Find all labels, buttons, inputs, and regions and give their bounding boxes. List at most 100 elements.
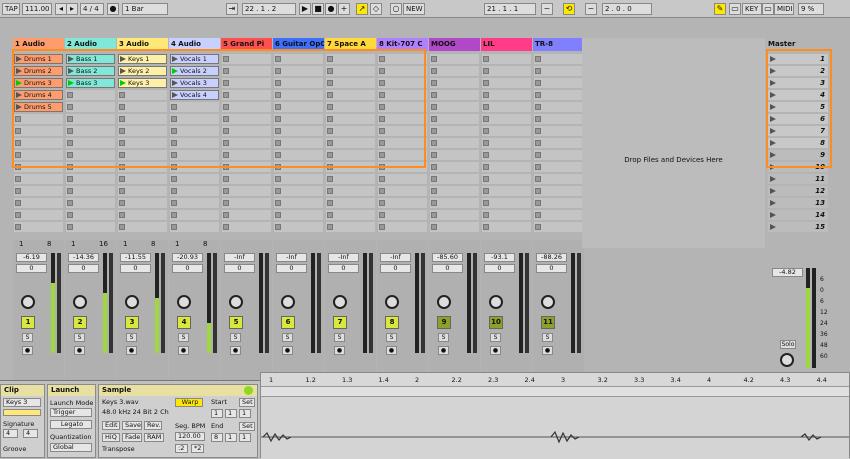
track-activator-button[interactable]: 11 — [541, 316, 555, 329]
sample-editor[interactable]: 1 1.2 1.3 1.4 2 2.2 2.3 2.4 3 3.2 3.3 3.4 4 4.2 4.3 4.4 — [260, 372, 850, 459]
pan-field[interactable]: 0 — [120, 264, 151, 273]
volume-field[interactable]: -85.60 — [432, 253, 463, 262]
slot-stop-icon[interactable] — [67, 200, 73, 206]
slot-stop-icon[interactable] — [15, 116, 21, 122]
slot-stop-icon[interactable] — [171, 128, 177, 134]
volume-field[interactable]: -93.1 — [484, 253, 515, 262]
empty-clip-slot[interactable] — [534, 222, 583, 232]
pan-field[interactable]: 0 — [224, 264, 255, 273]
empty-clip-slot[interactable] — [14, 162, 63, 172]
empty-clip-slot[interactable] — [222, 54, 271, 64]
hiq-button[interactable]: HiQ — [102, 433, 120, 442]
solo-button[interactable]: S — [490, 333, 501, 342]
volume-field[interactable]: -20.93 — [172, 253, 203, 262]
scene-launch[interactable]: 14 — [768, 210, 828, 220]
empty-clip-slot[interactable] — [430, 198, 479, 208]
clip-launch-icon[interactable] — [16, 56, 22, 62]
slot-stop-icon[interactable] — [223, 104, 229, 110]
slot-stop-icon[interactable] — [67, 164, 73, 170]
empty-clip-slot[interactable] — [170, 102, 219, 112]
empty-clip-slot[interactable] — [118, 150, 167, 160]
slot-stop-icon[interactable] — [535, 104, 541, 110]
track-title[interactable]: 4 Audio — [169, 38, 220, 51]
slot-stop-icon[interactable] — [223, 128, 229, 134]
timeline-ruler[interactable]: 1 1.2 1.3 1.4 2 2.2 2.3 2.4 3 3.2 3.3 3.4 4 4.2 4.3 4.4 — [261, 373, 849, 387]
slot-stop-icon[interactable] — [535, 80, 541, 86]
scene-launch-icon[interactable] — [770, 224, 776, 230]
quantization-select[interactable]: Global — [50, 443, 92, 452]
slot-stop-icon[interactable] — [379, 176, 385, 182]
empty-clip-slot[interactable] — [430, 174, 479, 184]
slot-stop-icon[interactable] — [379, 188, 385, 194]
slot-stop-icon[interactable] — [535, 164, 541, 170]
empty-clip-slot[interactable] — [118, 102, 167, 112]
slot-stop-icon[interactable] — [431, 152, 437, 158]
pan-knob[interactable] — [21, 295, 35, 309]
empty-clip-slot[interactable] — [118, 198, 167, 208]
slot-stop-icon[interactable] — [379, 224, 385, 230]
clip-launch-icon[interactable] — [172, 80, 178, 86]
empty-clip-slot[interactable] — [534, 138, 583, 148]
empty-clip-slot[interactable] — [274, 198, 323, 208]
pan-knob[interactable] — [489, 295, 503, 309]
slot-stop-icon[interactable] — [119, 140, 125, 146]
empty-clip-slot[interactable] — [170, 162, 219, 172]
slot-stop-icon[interactable] — [15, 224, 21, 230]
follow-icon[interactable]: ⇥ — [226, 3, 238, 15]
pan-field[interactable]: 0 — [380, 264, 411, 273]
volume-field[interactable]: -11.55 — [120, 253, 151, 262]
clip-launch-icon[interactable] — [68, 68, 74, 74]
arm-button[interactable]: ● — [230, 346, 241, 355]
master-title[interactable]: Master — [766, 38, 832, 51]
empty-clip-slot[interactable] — [534, 186, 583, 196]
volume-field[interactable]: -Inf — [276, 253, 307, 262]
slot-stop-icon[interactable] — [67, 212, 73, 218]
ram-button[interactable]: RAM — [144, 433, 164, 442]
empty-clip-slot[interactable] — [482, 102, 531, 112]
empty-clip-slot[interactable] — [222, 162, 271, 172]
slot-stop-icon[interactable] — [483, 212, 489, 218]
slot-stop-icon[interactable] — [275, 164, 281, 170]
empty-clip-slot[interactable] — [534, 78, 583, 88]
empty-clip-slot[interactable] — [534, 210, 583, 220]
slot-stop-icon[interactable] — [223, 164, 229, 170]
clip-launch-icon[interactable] — [16, 92, 22, 98]
scene-launch[interactable]: 12 — [768, 186, 828, 196]
empty-clip-slot[interactable] — [378, 186, 427, 196]
empty-clip-slot[interactable] — [222, 186, 271, 196]
pan-field[interactable]: 0 — [536, 264, 567, 273]
empty-clip-slot[interactable] — [534, 66, 583, 76]
slot-stop-icon[interactable] — [327, 224, 333, 230]
empty-clip-slot[interactable] — [534, 54, 583, 64]
empty-clip-slot[interactable] — [222, 90, 271, 100]
track-title[interactable]: 7 Space A — [325, 38, 376, 51]
slot-stop-icon[interactable] — [483, 140, 489, 146]
save-button[interactable]: Save — [122, 421, 142, 430]
empty-clip-slot[interactable] — [170, 150, 219, 160]
empty-clip-slot[interactable] — [326, 126, 375, 136]
empty-clip-slot[interactable] — [222, 66, 271, 76]
empty-clip-slot[interactable] — [118, 174, 167, 184]
empty-clip-slot[interactable] — [430, 78, 479, 88]
slot-stop-icon[interactable] — [483, 176, 489, 182]
edit-button[interactable]: Edit — [102, 421, 120, 430]
clip-launch-icon[interactable] — [68, 56, 74, 62]
slot-stop-icon[interactable] — [171, 116, 177, 122]
empty-clip-slot[interactable] — [66, 102, 115, 112]
slot-stop-icon[interactable] — [379, 212, 385, 218]
slot-stop-icon[interactable] — [15, 212, 21, 218]
empty-clip-slot[interactable] — [222, 174, 271, 184]
slot-stop-icon[interactable] — [119, 152, 125, 158]
slot-stop-icon[interactable] — [223, 200, 229, 206]
pan-knob[interactable] — [125, 295, 139, 309]
empty-clip-slot[interactable] — [378, 174, 427, 184]
empty-clip-slot[interactable] — [482, 66, 531, 76]
empty-clip-slot[interactable] — [378, 198, 427, 208]
empty-clip-slot[interactable] — [66, 174, 115, 184]
clip-slot[interactable]: Drums 5 — [14, 102, 63, 112]
empty-clip-slot[interactable] — [378, 138, 427, 148]
slot-stop-icon[interactable] — [379, 104, 385, 110]
slot-stop-icon[interactable] — [67, 104, 73, 110]
arm-button[interactable]: ● — [74, 346, 85, 355]
slot-stop-icon[interactable] — [15, 176, 21, 182]
